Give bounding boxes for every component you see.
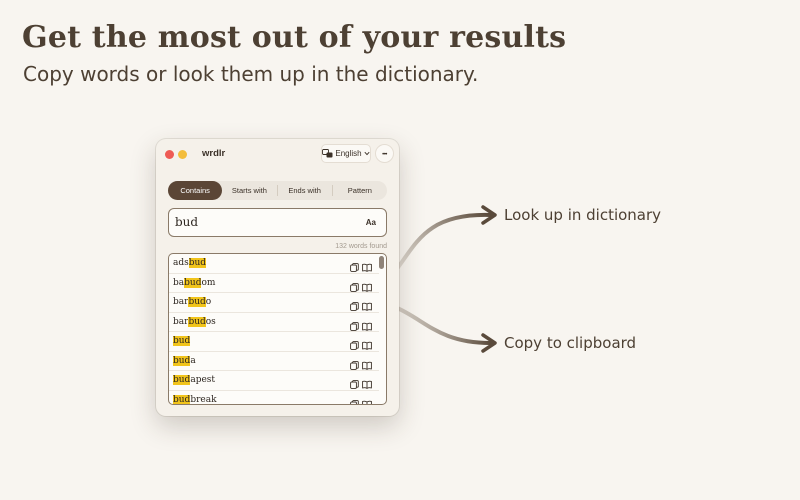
word-text: budbreak — [173, 394, 217, 405]
lookup-arrow-line — [386, 212, 492, 282]
book-icon[interactable] — [362, 259, 372, 272]
word-suffix: break — [190, 394, 217, 405]
tab-starts-with[interactable]: Starts with — [222, 181, 276, 200]
word-prefix: bar — [173, 316, 189, 327]
list-item[interactable]: barbudos — [169, 313, 379, 332]
tab-pattern[interactable]: Pattern — [333, 181, 387, 200]
word-match-highlight: bud — [188, 297, 206, 307]
list-item[interactable]: adsbud — [169, 254, 379, 274]
more-icon: ••• — [382, 152, 387, 158]
word-text: barbudos — [173, 316, 216, 327]
chevron-down-icon — [364, 151, 370, 156]
copy-icon[interactable] — [350, 337, 359, 350]
word-suffix: os — [205, 316, 216, 327]
book-icon[interactable] — [362, 298, 372, 311]
word-prefix: ba — [173, 277, 185, 288]
scroll-thumb[interactable] — [379, 256, 384, 269]
close-button[interactable] — [165, 150, 174, 159]
list-item[interactable]: babudom — [169, 274, 379, 293]
book-icon[interactable] — [362, 279, 372, 292]
copy-icon[interactable] — [350, 298, 359, 311]
callout-lookup: Look up in dictionary — [504, 206, 662, 224]
scrollbar[interactable] — [379, 256, 384, 402]
list-item[interactable]: bud — [169, 332, 379, 352]
list-item[interactable]: budbreak — [169, 391, 379, 405]
language-selector[interactable]: English — [321, 144, 371, 163]
callout-arrows — [364, 205, 497, 353]
callout-copy: Copy to clipboard — [504, 334, 637, 352]
case-toggle-button[interactable]: Aa — [366, 218, 376, 227]
word-suffix: o — [205, 297, 212, 307]
titlebar: wrdlr English ••• — [156, 139, 399, 169]
word-text: babudom — [173, 277, 216, 288]
book-icon[interactable] — [362, 318, 372, 331]
language-label: English — [335, 149, 362, 158]
list-item[interactable]: buda — [169, 352, 379, 371]
word-match-highlight: bud — [188, 316, 206, 327]
copy-icon[interactable] — [350, 376, 359, 389]
word-match-highlight: bud — [173, 336, 191, 346]
copy-icon[interactable] — [350, 279, 359, 292]
minimize-button[interactable] — [178, 150, 187, 159]
word-prefix: ads — [173, 258, 189, 268]
word-suffix: a — [190, 355, 196, 366]
app-window: wrdlr English ••• Contains Starts with E… — [156, 139, 399, 416]
more-button[interactable]: ••• — [375, 144, 394, 163]
copy-icon[interactable] — [350, 259, 359, 272]
book-icon[interactable] — [362, 357, 372, 370]
search-value: bud — [175, 215, 199, 229]
word-match-highlight: bud — [173, 394, 191, 405]
app-title: wrdlr — [202, 148, 226, 159]
book-icon[interactable] — [362, 337, 372, 350]
word-suffix: apest — [190, 375, 216, 385]
word-text: bud — [173, 336, 191, 346]
search-input[interactable]: bud Aa — [168, 208, 387, 237]
search-mode-tabs: Contains Starts with Ends with Pattern — [168, 181, 387, 200]
book-icon[interactable] — [362, 376, 372, 389]
list-item[interactable]: budapest — [169, 371, 379, 391]
word-prefix: bar — [173, 297, 189, 307]
book-icon[interactable] — [362, 396, 372, 404]
results-list[interactable]: adsbud babudom barbudo barbudos bud buda budap… — [168, 253, 387, 405]
list-item[interactable]: barbudo — [169, 293, 379, 313]
word-match-highlight: bud — [188, 258, 207, 268]
word-match-highlight: bud — [184, 277, 202, 288]
copy-icon[interactable] — [350, 357, 359, 370]
copy-icon[interactable] — [350, 318, 359, 331]
word-text: adsbud — [173, 258, 207, 268]
word-text: buda — [173, 355, 196, 366]
translate-icon — [322, 149, 333, 158]
word-match-highlight: bud — [173, 375, 191, 385]
tab-ends-with[interactable]: Ends with — [278, 181, 332, 200]
word-suffix: om — [201, 277, 216, 288]
copy-icon[interactable] — [350, 396, 359, 404]
word-text: barbudo — [173, 297, 211, 307]
word-match-highlight: bud — [173, 355, 191, 366]
results-count: 132 words found — [335, 243, 387, 250]
word-text: budapest — [173, 375, 215, 385]
tab-contains[interactable]: Contains — [168, 181, 223, 200]
